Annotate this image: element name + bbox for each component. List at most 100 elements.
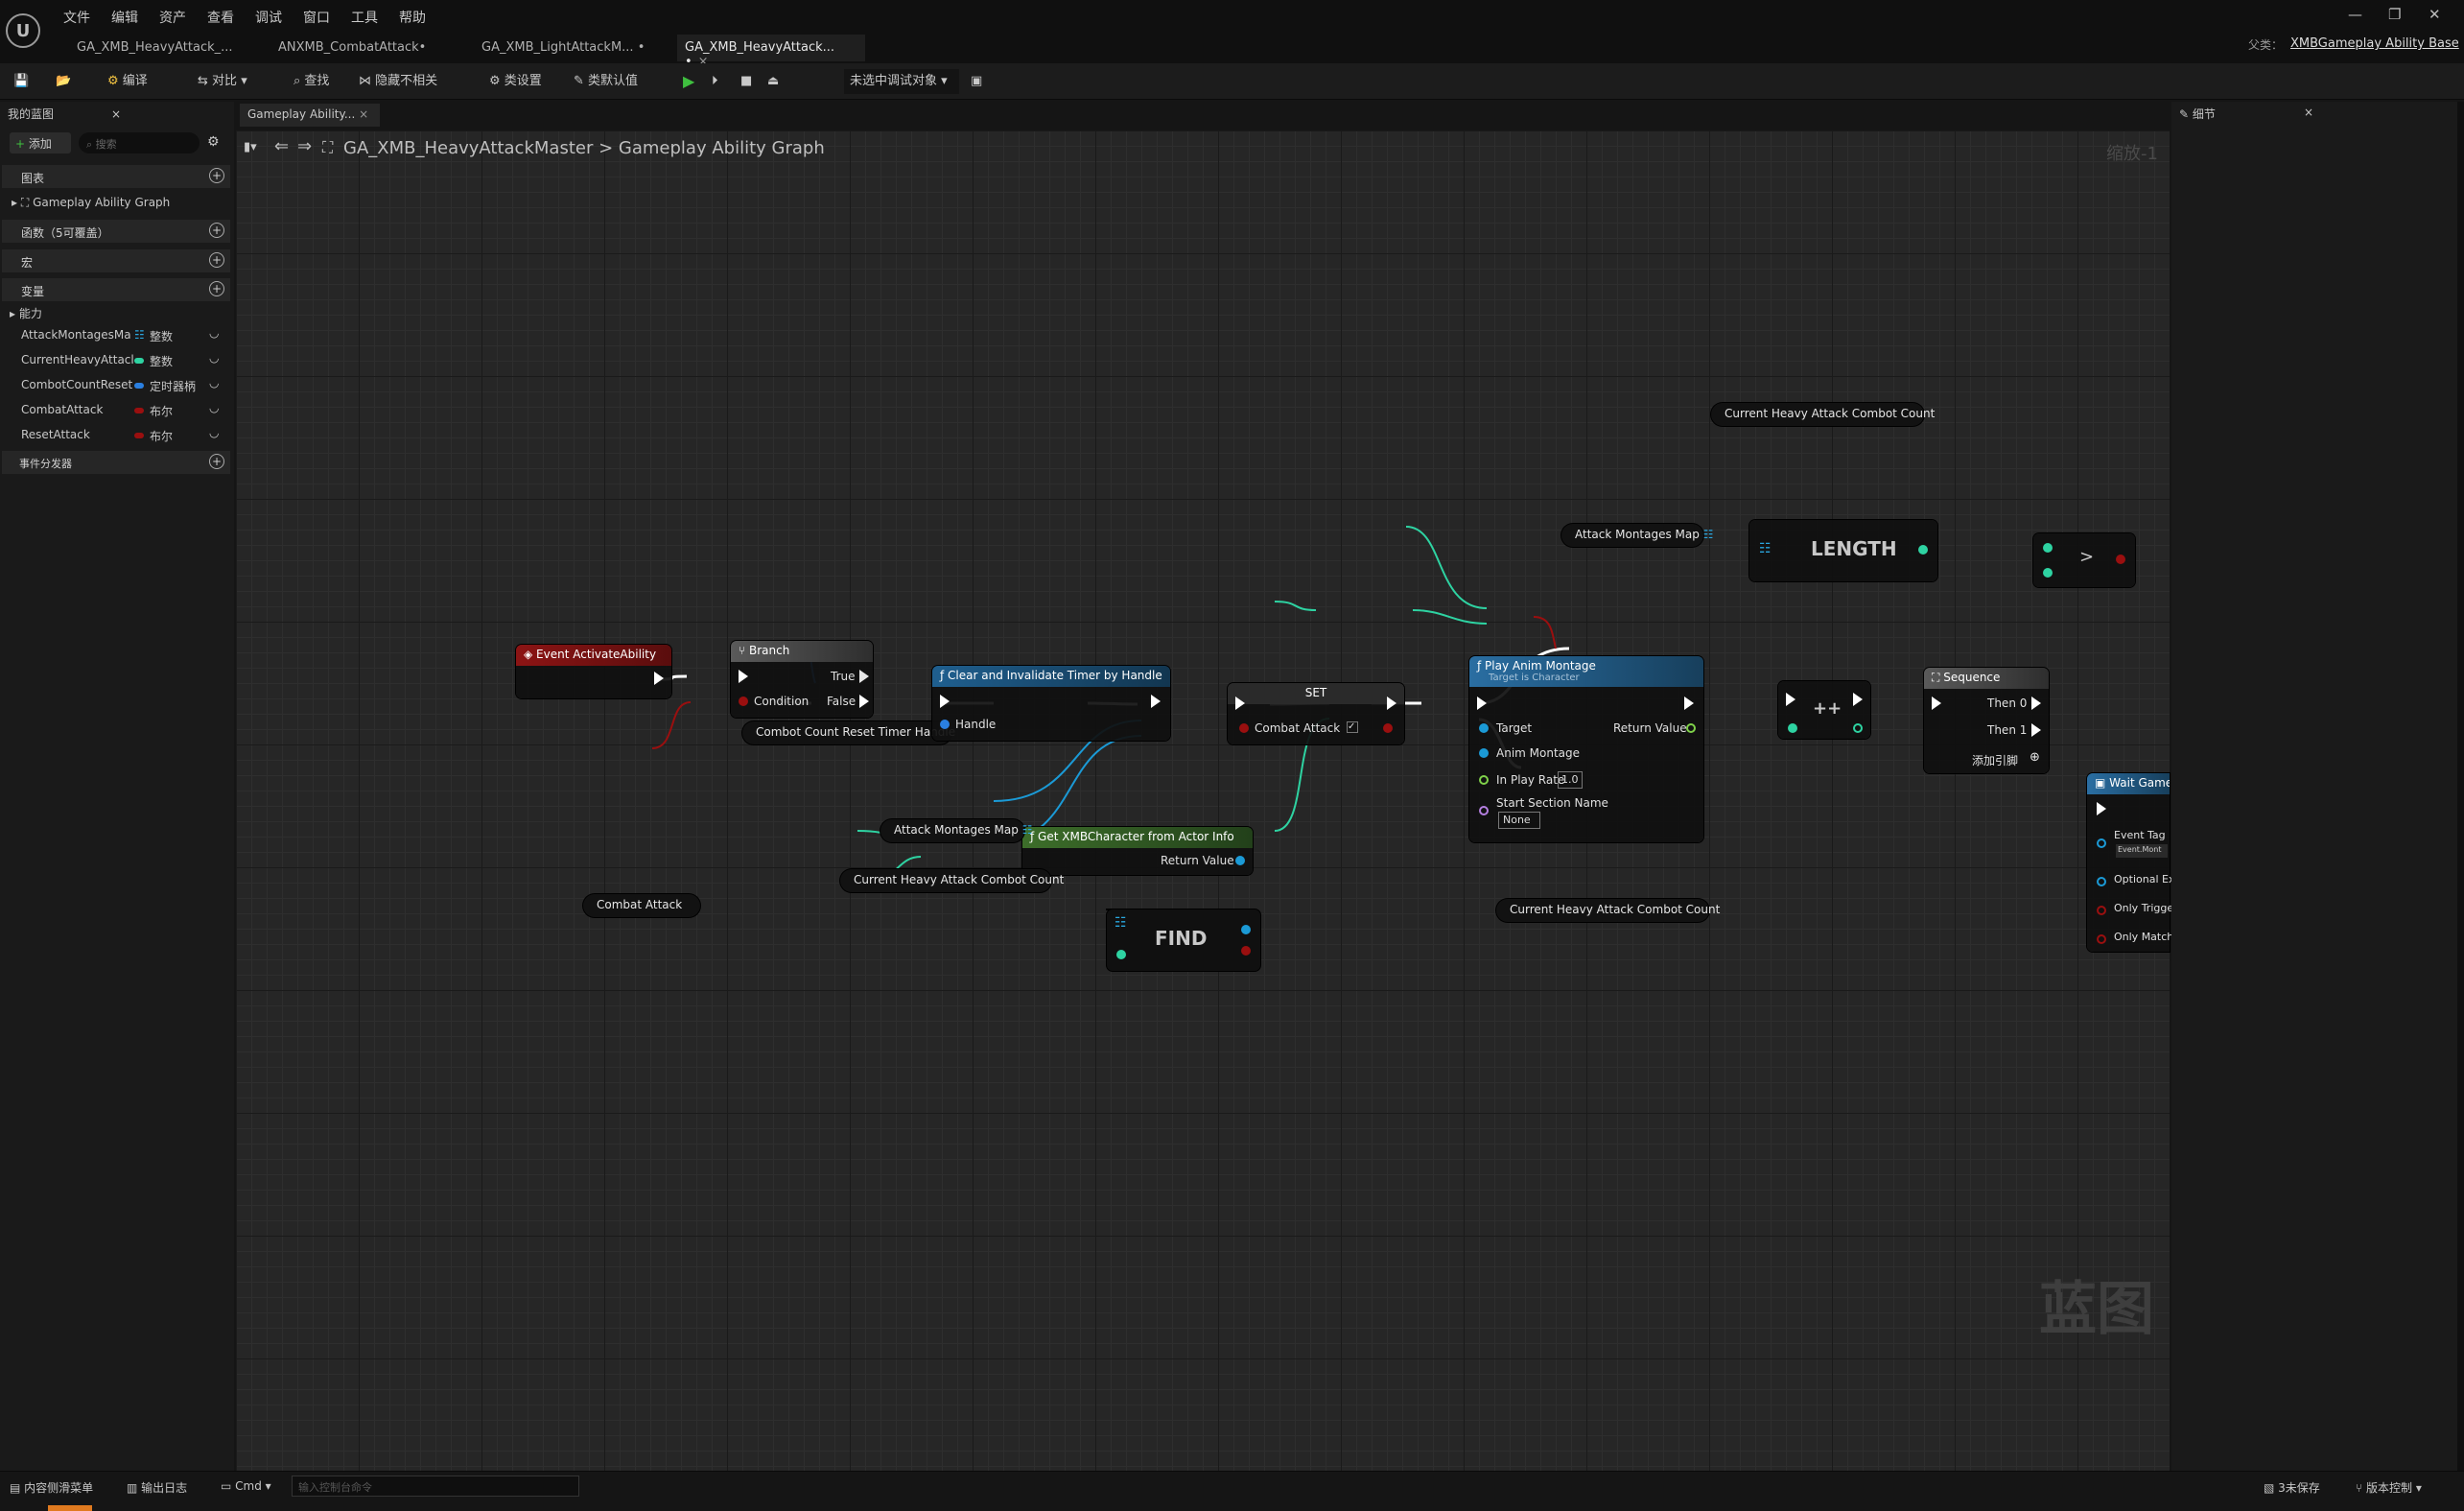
find-node[interactable]: ☷ FIND xyxy=(1107,909,1260,971)
scrollbar[interactable] xyxy=(2457,102,2464,1471)
condition-pin[interactable] xyxy=(739,696,748,706)
add-dispatcher-icon[interactable]: + xyxy=(209,454,224,469)
menu-tools[interactable]: 工具 xyxy=(351,8,378,27)
return-value-pin[interactable] xyxy=(1686,723,1696,733)
tab-heavy-attack-1[interactable]: GA_XMB_HeavyAttack_... xyxy=(69,35,261,61)
stop-icon[interactable]: ■ xyxy=(740,69,752,94)
eye-icon[interactable]: ◡ xyxy=(209,351,219,365)
add-function-icon[interactable]: + xyxy=(209,223,224,238)
exec-out-pin[interactable] xyxy=(1151,695,1161,708)
tab-light-attack[interactable]: GA_XMB_LightAttackM... • xyxy=(474,35,666,61)
add-variable-icon[interactable]: + xyxy=(209,281,224,296)
graph-item[interactable]: ▸ ⛶ Gameplay Ability Graph xyxy=(12,196,170,210)
combo-count-getter-3[interactable]: Current Heavy Attack Combot Count xyxy=(1496,899,1720,922)
start-section-pin[interactable] xyxy=(1479,806,1489,815)
anim-montage-pin[interactable] xyxy=(1479,748,1489,758)
exec-in-pin[interactable] xyxy=(1477,696,1487,710)
wait-gameplay-event-node[interactable]: ▣ Wait Gamep Event Tag Event.Mont Option… xyxy=(2087,773,2174,952)
eye-icon[interactable]: ◡ xyxy=(209,426,219,439)
exec-out-pin[interactable] xyxy=(1853,693,1863,706)
value-in-pin[interactable] xyxy=(1788,723,1797,733)
content-drawer-button[interactable]: ▤ 内容侧滑菜单 xyxy=(10,1479,93,1496)
exec-out-pin[interactable] xyxy=(1387,696,1396,710)
restore-icon[interactable]: ❐ xyxy=(2388,6,2401,23)
get-xmb-character-node[interactable]: ƒ Get XMBCharacter from Actor Info Retur… xyxy=(1022,827,1253,875)
hide-unrelated-button[interactable]: ⋈ 隐藏不相关 xyxy=(359,69,437,94)
key-pin[interactable] xyxy=(1116,950,1126,959)
play-rate-pin[interactable] xyxy=(1479,775,1489,785)
combo-count-getter-2[interactable]: Current Heavy Attack Combot Count xyxy=(1711,403,1935,426)
eye-icon[interactable]: ◡ xyxy=(209,326,219,340)
optional-pin[interactable] xyxy=(2097,877,2106,886)
only-trigger-pin[interactable] xyxy=(2097,906,2106,915)
forward-arrow-icon[interactable]: ⇒ xyxy=(297,136,312,156)
add-pin-icon[interactable]: ⊕ xyxy=(2030,750,2040,765)
combo-count-getter[interactable]: Current Heavy Attack Combot Count xyxy=(840,869,1064,892)
tab-combat-attack[interactable]: ANXMB_CombatAttack• xyxy=(270,35,462,61)
find-button[interactable]: ⌕ 查找 xyxy=(293,69,329,94)
eye-icon[interactable]: ◡ xyxy=(209,376,219,390)
output-log-button[interactable]: ▥ 输出日志 xyxy=(127,1479,187,1496)
eye-icon[interactable]: ◡ xyxy=(209,401,219,414)
compile-button[interactable]: ⚙ 编译 xyxy=(107,69,148,94)
exec-in-pin[interactable] xyxy=(1932,696,1941,710)
unreal-logo-icon[interactable]: U xyxy=(6,13,40,48)
cmd-button[interactable]: ▭ Cmd ▾ xyxy=(221,1479,271,1493)
clear-timer-node[interactable]: ƒ Clear and Invalidate Timer by Handle H… xyxy=(932,666,1170,741)
unsaved-button[interactable]: ▧ 3未保存 xyxy=(2264,1479,2320,1496)
console-input[interactable]: 输入控制台命令 xyxy=(292,1476,579,1497)
breadcrumb-leaf[interactable]: Gameplay Ability Graph xyxy=(619,138,825,158)
then0-pin[interactable] xyxy=(2031,696,2041,710)
graph-canvas[interactable]: ▮▾ ⇐ ⇒ ⛶ GA_XMB_HeavyAttackMaster > Game… xyxy=(236,130,2170,1471)
combat-attack-pin[interactable] xyxy=(1239,723,1249,733)
step-icon[interactable]: ⏵ xyxy=(712,69,718,94)
set-node[interactable]: SET Combat Attack ✓ xyxy=(1228,683,1404,744)
settings-gear-icon[interactable]: ⚙ xyxy=(207,134,220,150)
exec-out-pin[interactable] xyxy=(1684,696,1694,710)
add-pin-label[interactable]: 添加引脚 xyxy=(1972,752,2018,768)
close-window-icon[interactable]: ✕ xyxy=(2429,6,2441,23)
play-anim-montage-node[interactable]: ƒ Play Anim Montage Target is Character T… xyxy=(1469,656,1703,842)
play-icon[interactable]: ▶ xyxy=(683,69,694,94)
attack-montages-map-getter-2[interactable]: Attack Montages Map ☷ xyxy=(1561,524,1713,547)
menu-view[interactable]: 查看 xyxy=(207,8,234,27)
play-rate-input[interactable]: 1.0 xyxy=(1558,771,1583,789)
b-pin[interactable] xyxy=(2043,568,2053,578)
a-pin[interactable] xyxy=(2043,543,2053,553)
diff-button[interactable]: ⇆ 对比 ▾ xyxy=(198,69,247,94)
menu-debug[interactable]: 调试 xyxy=(255,8,282,27)
breadcrumb-root[interactable]: GA_XMB_HeavyAttackMaster xyxy=(343,138,593,158)
variable-row[interactable]: AttackMontagesMa xyxy=(21,328,136,342)
greater-than-node[interactable]: > xyxy=(2033,533,2135,587)
save-icon[interactable]: 💾 xyxy=(13,69,29,94)
handle-pin[interactable] xyxy=(940,720,950,729)
source-control-button[interactable]: ⑂ 版本控制 ▾ xyxy=(2356,1479,2422,1496)
event-activate-ability-node[interactable]: ◈ Event ActivateAbility xyxy=(516,645,671,698)
bookmark-icon[interactable]: ▮▾ xyxy=(244,140,257,154)
value-pin[interactable] xyxy=(1241,925,1251,934)
start-section-input[interactable]: None xyxy=(1498,812,1540,829)
value-out-pin[interactable] xyxy=(1853,723,1863,733)
variable-row[interactable]: CombotCountReset xyxy=(21,378,136,391)
length-node[interactable]: ☷ LENGTH xyxy=(1749,520,1937,581)
details-tab[interactable]: ✎ 细节 xyxy=(2179,106,2216,122)
close-icon[interactable]: × xyxy=(2304,106,2313,119)
section-variables[interactable]: 变量 + xyxy=(2,278,230,301)
variable-row[interactable]: ResetAttack xyxy=(21,428,136,441)
add-macro-icon[interactable]: + xyxy=(209,252,224,268)
combat-attack-getter[interactable]: Combat Attack xyxy=(583,894,700,917)
section-functions[interactable]: 函数（5可覆盖） + xyxy=(2,220,230,243)
eject-icon[interactable]: ⏏ xyxy=(767,69,779,94)
event-tag-input[interactable]: Event.Mont xyxy=(2116,844,2168,858)
menu-edit[interactable]: 编辑 xyxy=(111,8,138,27)
add-graph-icon[interactable]: + xyxy=(209,168,224,183)
exec-in-pin[interactable] xyxy=(739,670,748,683)
exec-in-pin[interactable] xyxy=(2097,802,2106,815)
my-blueprint-tab[interactable]: 我的蓝图 × xyxy=(8,106,121,122)
browse-icon[interactable]: 📂 xyxy=(56,69,71,94)
checkbox-checked[interactable]: ✓ xyxy=(1347,721,1358,733)
branch-node[interactable]: ⑂ Branch True Condition False xyxy=(731,641,873,718)
only-match-pin[interactable] xyxy=(2097,934,2106,944)
timer-handle-getter[interactable]: Combot Count Reset Timer Handle xyxy=(742,721,955,744)
category-ability[interactable]: ▸ 能力 xyxy=(10,305,42,321)
